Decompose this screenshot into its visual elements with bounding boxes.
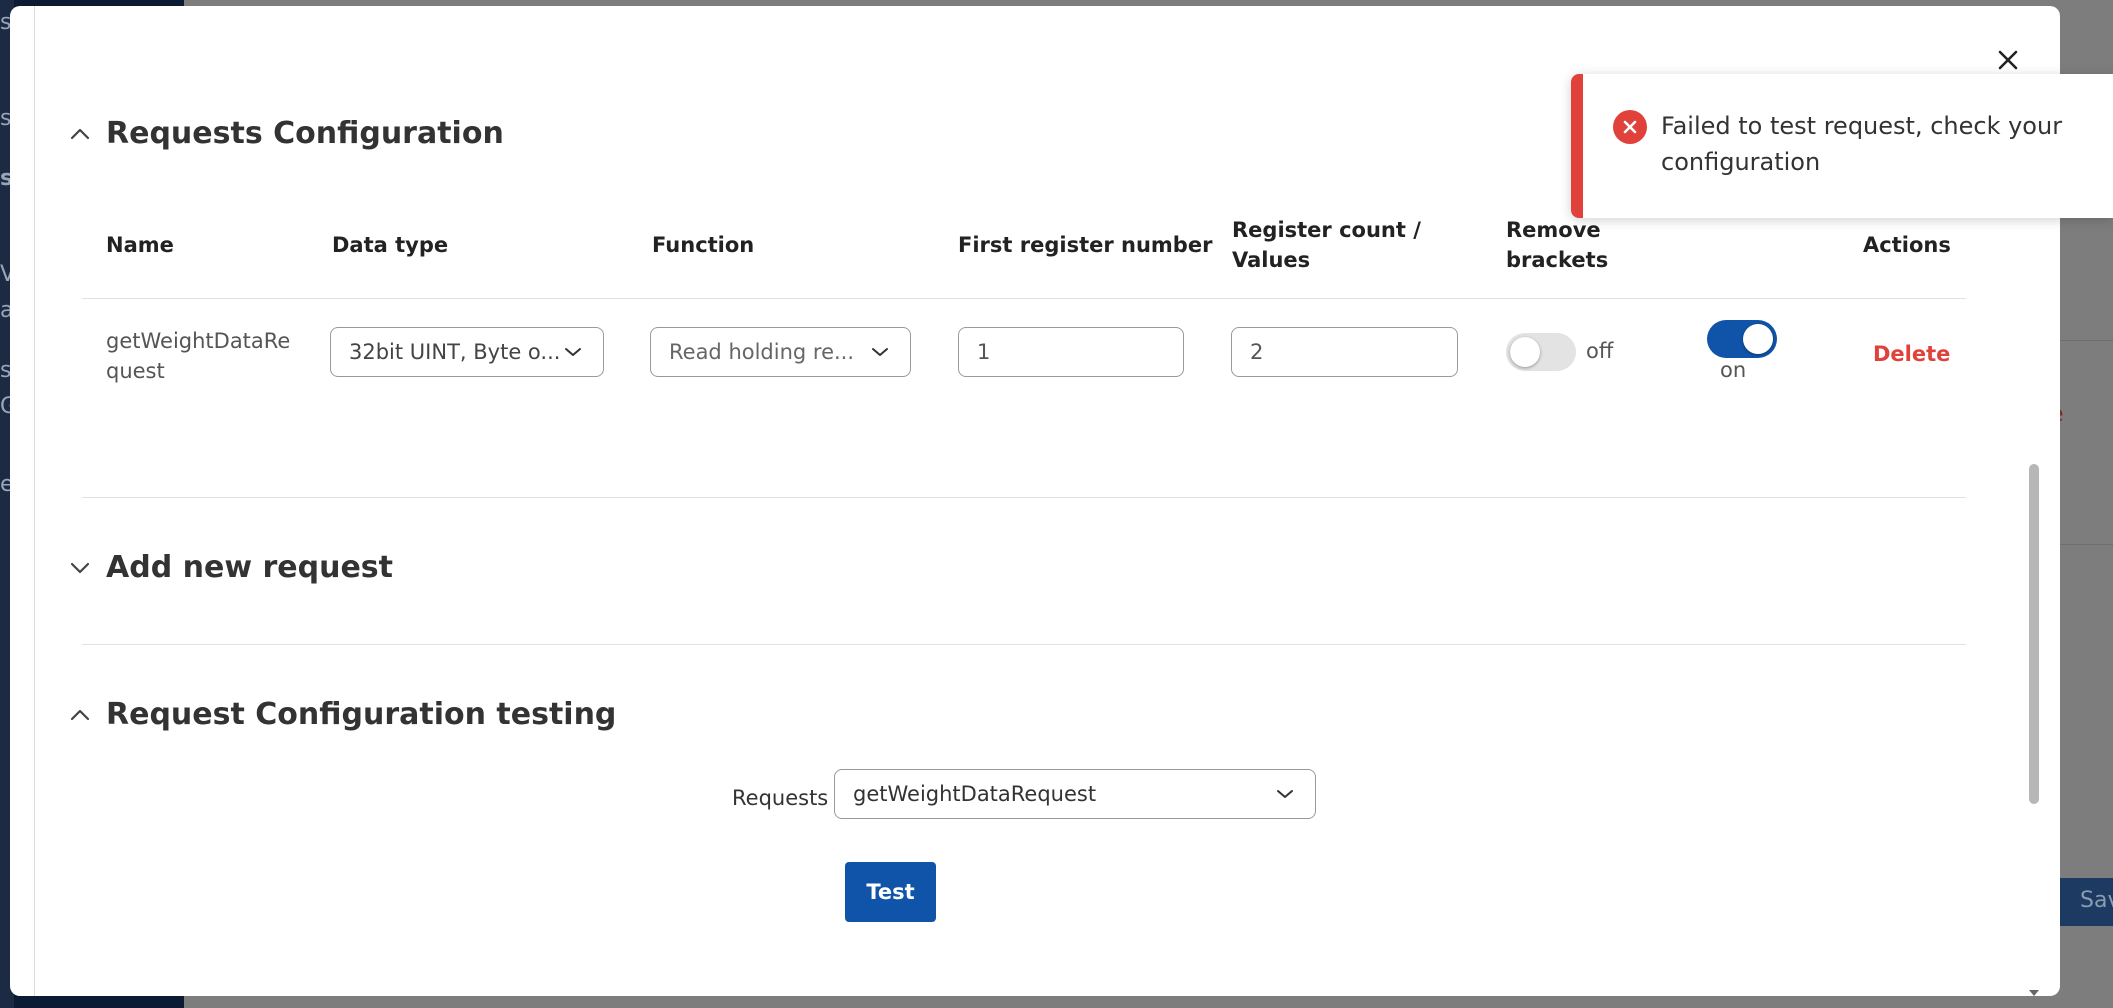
request-name-cell: getWeightDataRe quest xyxy=(106,326,296,386)
background-save-button: Sav xyxy=(2058,878,2113,926)
requests-label: Requests xyxy=(732,786,829,810)
column-header-remove-brackets: Remove brackets xyxy=(1506,215,1608,275)
chevron-down-icon xyxy=(1275,784,1295,804)
first-register-input[interactable] xyxy=(958,327,1184,377)
close-icon xyxy=(1998,50,2018,70)
column-header-data-type: Data type xyxy=(332,233,449,257)
chevron-down-icon xyxy=(870,342,890,362)
chevron-up-icon xyxy=(68,703,92,727)
chevron-up-icon xyxy=(68,122,92,146)
function-value: Read holding re... xyxy=(669,340,855,364)
section-divider xyxy=(82,644,1966,645)
requests-select-value: getWeightDataRequest xyxy=(853,782,1097,806)
request-name-text: getWeightDataRe xyxy=(106,329,291,353)
register-count-input[interactable] xyxy=(1231,327,1458,377)
data-type-value: 32bit UINT, Byte o... xyxy=(349,340,561,364)
column-header-function: Function xyxy=(652,233,755,257)
toggle-knob xyxy=(1743,324,1773,354)
column-header-line: Values xyxy=(1232,248,1311,272)
table-header-divider xyxy=(82,298,1966,299)
column-header-line: brackets xyxy=(1506,248,1609,272)
requests-config-header[interactable]: Requests Configuration xyxy=(68,116,504,151)
column-header-line: Remove xyxy=(1506,218,1601,242)
column-header-line: Register count / xyxy=(1232,218,1421,242)
column-header-name: Name xyxy=(106,233,174,257)
toast-message: Failed to test request, check your confi… xyxy=(1661,112,2063,176)
section-title: Add new request xyxy=(106,550,393,585)
delete-request-link[interactable]: Delete xyxy=(1873,342,1950,366)
section-title: Request Configuration testing xyxy=(106,697,617,732)
scrollbar-thumb[interactable] xyxy=(2029,464,2039,804)
enabled-state: on xyxy=(1720,358,1747,382)
enabled-toggle[interactable] xyxy=(1707,320,1777,358)
error-icon xyxy=(1613,110,1647,144)
toggle-knob xyxy=(1510,337,1540,367)
column-header-first-register: First register number xyxy=(958,233,1213,257)
test-button[interactable]: Test xyxy=(845,862,936,922)
error-toast: Failed to test request, check your confi… xyxy=(1571,74,2113,218)
chevron-down-icon xyxy=(563,342,583,362)
column-header-actions: Actions xyxy=(1863,233,1951,257)
chevron-down-icon xyxy=(68,556,92,580)
remove-brackets-toggle[interactable] xyxy=(1506,333,1576,371)
data-type-select[interactable]: 32bit UINT, Byte o... xyxy=(330,327,604,377)
section-title: Requests Configuration xyxy=(106,116,504,151)
add-request-header[interactable]: Add new request xyxy=(68,550,393,585)
column-header-register-count: Register count / Values xyxy=(1232,215,1421,275)
function-select[interactable]: Read holding re... xyxy=(650,327,911,377)
section-divider xyxy=(82,497,1966,498)
request-name-text: quest xyxy=(106,359,165,383)
requests-select[interactable]: getWeightDataRequest xyxy=(834,769,1316,819)
remove-brackets-state: off xyxy=(1586,339,1614,363)
scroll-down-arrow-icon[interactable] xyxy=(2027,986,2041,996)
testing-header[interactable]: Request Configuration testing xyxy=(68,697,616,732)
